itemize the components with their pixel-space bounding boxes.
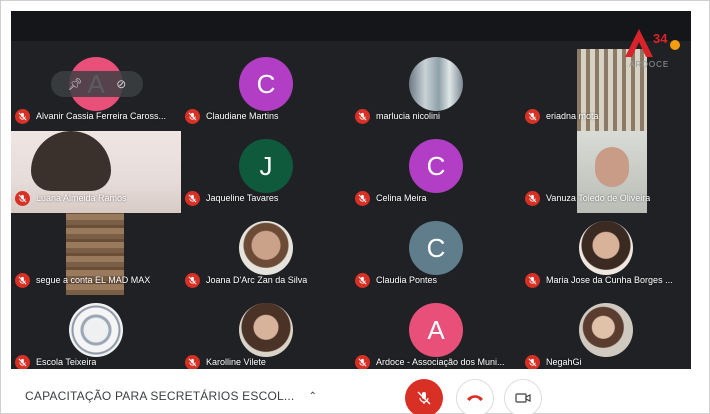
tile-label: Claudiane Martins <box>185 108 347 124</box>
tile-label: Luana Almeida Ramos <box>15 190 177 206</box>
participant-tile[interactable]: A 📌︎ ⊘ Alvanir Cassia Ferreira Caross... <box>11 49 181 131</box>
participant-photo <box>579 303 633 357</box>
mic-off-icon <box>355 272 370 288</box>
tile-label: Karolline Vilete <box>185 354 347 369</box>
participant-tile[interactable]: Escola Teixeira <box>11 295 181 369</box>
mic-off-icon <box>15 108 30 124</box>
participant-photo <box>239 303 293 357</box>
tile-label: Escola Teixeira <box>15 354 177 369</box>
mute-participant-icon[interactable]: ⊘ <box>116 77 126 91</box>
participant-name: Jaqueline Tavares <box>206 193 279 203</box>
participant-name: eriadna mota <box>546 111 599 121</box>
hangup-icon <box>467 395 483 401</box>
participant-name: Alvanir Cassia Ferreira Caross... <box>36 111 167 121</box>
tile-label: Vanuza Toledo de Oliveira <box>525 190 687 206</box>
avatar: J <box>239 139 293 193</box>
mic-off-icon <box>355 354 370 369</box>
mic-off-icon <box>525 272 540 288</box>
participant-name: Maria Jose da Cunha Borges ... <box>546 275 673 285</box>
mic-off-icon <box>15 354 30 369</box>
participant-name: Claudia Pontes <box>376 275 438 285</box>
top-bar <box>11 11 691 41</box>
chevron-up-icon: ⌃ <box>308 390 318 402</box>
participant-tile[interactable]: C Celina Meira <box>351 131 521 213</box>
camera-button[interactable] <box>504 379 542 414</box>
participant-name: Ardoce - Associação dos Muni... <box>376 357 505 367</box>
mic-off-icon <box>525 108 540 124</box>
svg-text:34: 34 <box>653 31 668 46</box>
participant-grid: A 📌︎ ⊘ Alvanir Cassia Ferreira Caross...… <box>11 11 691 369</box>
logo-text: ARDOCE <box>629 60 669 69</box>
participant-tile[interactable]: Vanuza Toledo de Oliveira <box>521 131 691 213</box>
participant-photo <box>579 221 633 275</box>
mic-off-icon <box>185 354 200 369</box>
participant-name: Vanuza Toledo de Oliveira <box>546 193 651 203</box>
avatar: C <box>409 139 463 193</box>
participant-tile[interactable]: C Claudia Pontes <box>351 213 521 295</box>
participant-tile[interactable]: marlucia nicolini <box>351 49 521 131</box>
tile-label: Jaqueline Tavares <box>185 190 347 206</box>
participant-tile[interactable]: NegahGi <box>521 295 691 369</box>
participant-tile[interactable]: Karolline Vilete <box>181 295 351 369</box>
school-emblem <box>69 303 123 357</box>
participant-name: segue a conta EL MAD MAX <box>36 275 151 285</box>
participant-name: Claudiane Martins <box>206 111 279 121</box>
meeting-title: CAPACITAÇÃO PARA SECRETÁRIOS ESCOL... <box>25 389 295 403</box>
meeting-details-toggle[interactable]: CAPACITAÇÃO PARA SECRETÁRIOS ESCOL... ⌃ <box>25 389 317 403</box>
mic-off-icon <box>185 272 200 288</box>
participant-tile[interactable]: Luana Almeida Ramos <box>11 131 181 213</box>
participant-tile[interactable]: C Claudiane Martins <box>181 49 351 131</box>
participant-tile[interactable]: segue a conta EL MAD MAX <box>11 213 181 295</box>
tile-label: eriadna mota <box>525 108 687 124</box>
bottom-bar: CAPACITAÇÃO PARA SECRETÁRIOS ESCOL... ⌃ <box>11 373 691 414</box>
tile-label: Maria Jose da Cunha Borges ... <box>525 272 687 288</box>
ardoce-logo: 34 ARDOCE <box>619 23 689 73</box>
tile-hover-controls: 📌︎ ⊘ <box>51 71 143 97</box>
participant-name: Luana Almeida Ramos <box>36 193 127 203</box>
tile-label: segue a conta EL MAD MAX <box>15 272 177 288</box>
participant-tile[interactable]: Maria Jose da Cunha Borges ... <box>521 213 691 295</box>
tile-label: Claudia Pontes <box>355 272 517 288</box>
participant-photo <box>239 221 293 275</box>
mic-off-icon <box>525 190 540 206</box>
participant-name: NegahGi <box>546 357 582 367</box>
tile-label: NegahGi <box>525 354 687 369</box>
mic-off-icon <box>185 108 200 124</box>
leave-call-button[interactable] <box>456 379 494 414</box>
tile-label: Alvanir Cassia Ferreira Caross... <box>15 108 177 124</box>
participant-tile[interactable]: Joana D'Arc Zan da Silva <box>181 213 351 295</box>
mic-off-icon <box>525 354 540 369</box>
pin-icon[interactable]: 📌︎ <box>68 77 83 91</box>
mic-off-icon <box>417 391 431 405</box>
mic-off-icon <box>15 190 30 206</box>
participant-name: Escola Teixeira <box>36 357 97 367</box>
participant-tile[interactable]: A Ardoce - Associação dos Muni... <box>351 295 521 369</box>
tile-label: Joana D'Arc Zan da Silva <box>185 272 347 288</box>
participant-photo <box>409 57 463 111</box>
participant-name: Karolline Vilete <box>206 357 266 367</box>
meet-window: A 📌︎ ⊘ Alvanir Cassia Ferreira Caross...… <box>0 0 710 414</box>
avatar: A <box>409 303 463 357</box>
participant-name: Celina Meira <box>376 193 427 203</box>
tile-label: Ardoce - Associação dos Muni... <box>355 354 517 369</box>
tile-label: marlucia nicolini <box>355 108 517 124</box>
avatar: C <box>239 57 293 111</box>
microphone-button[interactable] <box>405 379 443 414</box>
mic-off-icon <box>15 272 30 288</box>
tile-label: Celina Meira <box>355 190 517 206</box>
camera-icon <box>515 393 531 403</box>
avatar: C <box>409 221 463 275</box>
mic-off-icon <box>355 190 370 206</box>
participant-tile[interactable]: J Jaqueline Tavares <box>181 131 351 213</box>
mic-off-icon <box>185 190 200 206</box>
participant-name: Joana D'Arc Zan da Silva <box>206 275 308 285</box>
mic-off-icon <box>355 108 370 124</box>
participant-name: marlucia nicolini <box>376 111 441 121</box>
